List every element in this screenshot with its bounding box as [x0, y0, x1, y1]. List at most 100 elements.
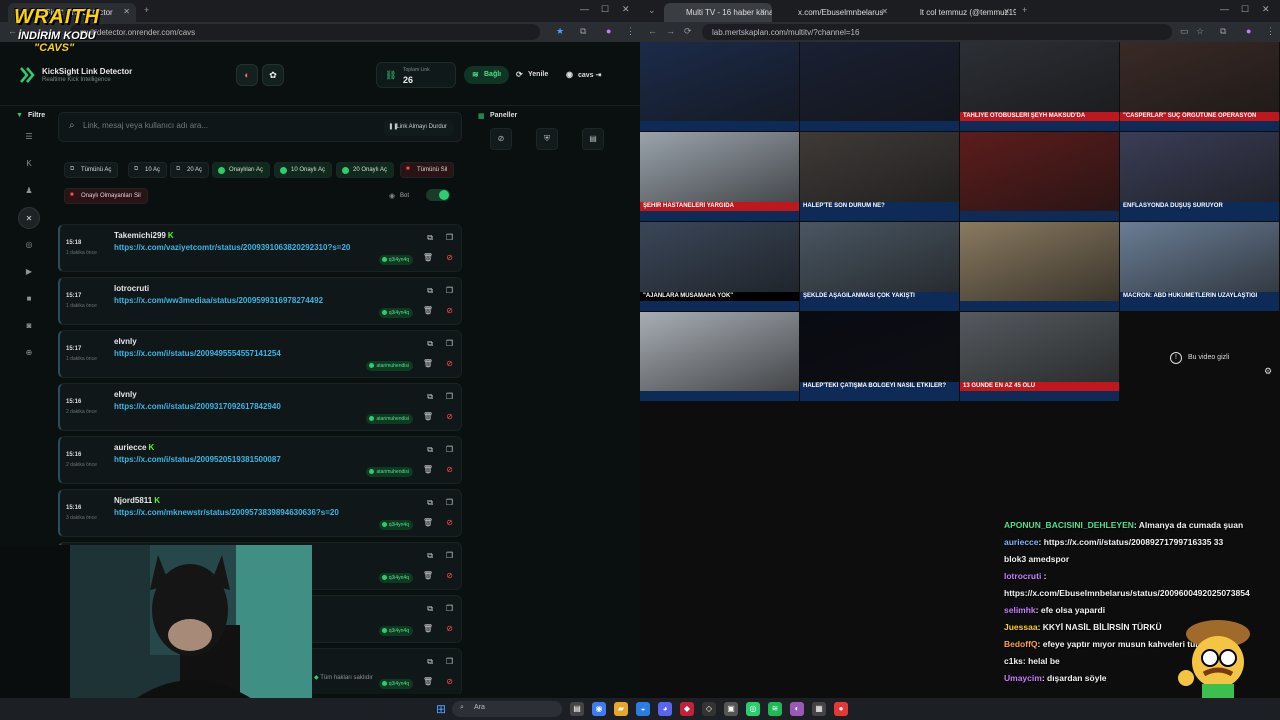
- app-icon-2[interactable]: ◆: [680, 702, 694, 716]
- block-icon[interactable]: ⊘: [446, 518, 453, 527]
- copy-icon[interactable]: ❐: [446, 233, 453, 242]
- bookmark-star-icon[interactable]: ★: [556, 26, 564, 37]
- block-icon[interactable]: ⊘: [446, 465, 453, 474]
- trash-icon[interactable]: 🗑: [423, 359, 433, 368]
- close-icon[interactable]: ✕: [881, 7, 888, 16]
- close-window-icon[interactable]: ✕: [622, 4, 630, 15]
- app-icon-6[interactable]: ◐: [790, 702, 804, 716]
- obs-icon[interactable]: ●: [834, 702, 848, 716]
- filter-delete-unverified[interactable]: ■ Onaylı Olmayanları Sil: [64, 188, 148, 204]
- filter-open-all[interactable]: ⧉ Tümünü Aç: [64, 162, 119, 178]
- settings-icon[interactable]: ✿: [262, 64, 284, 86]
- copy-icon[interactable]: ❐: [446, 551, 453, 560]
- copy-icon[interactable]: ❐: [446, 286, 453, 295]
- tab-multitv[interactable]: Multi TV - 16 haber kanalını aynı ✕: [664, 3, 772, 22]
- user-logout-button[interactable]: ◉ cavs ⇥: [558, 66, 609, 84]
- open-external-icon[interactable]: ⧉: [427, 498, 433, 508]
- chat-username[interactable]: selimhk: [1004, 605, 1036, 615]
- copy-icon[interactable]: ❐: [446, 445, 453, 454]
- filter-open-10-verified[interactable]: 10 Onaylı Aç: [274, 162, 333, 178]
- new-tab-icon[interactable]: +: [1022, 5, 1027, 15]
- open-external-icon[interactable]: ⧉: [427, 233, 433, 243]
- block-icon[interactable]: ⊘: [446, 571, 453, 580]
- maximize-icon[interactable]: ☐: [1241, 4, 1249, 15]
- tv-channel-tile[interactable]: [800, 42, 959, 131]
- extensions-icon[interactable]: ⧉: [1220, 26, 1226, 37]
- sidebar-globe-icon[interactable]: ⊕: [18, 342, 40, 364]
- tab-x-ebuselmnbelarus[interactable]: x.com/Ebuselmnbelarus ✕: [776, 3, 894, 22]
- trash-icon[interactable]: 🗑: [423, 624, 433, 633]
- filter-open-10[interactable]: ⧉ 10 Aç: [128, 162, 168, 178]
- address-input[interactable]: lab.mertskaplan.com/multitv/?channel=16: [702, 24, 1172, 40]
- menu-icon[interactable]: ⋮: [626, 26, 635, 37]
- close-icon[interactable]: ✕: [123, 7, 130, 16]
- minimize-icon[interactable]: —: [580, 4, 589, 14]
- trash-icon[interactable]: 🗑: [423, 412, 433, 421]
- app-icon-7[interactable]: ▦: [812, 702, 826, 716]
- tab-search-icon[interactable]: ⌄: [648, 5, 656, 16]
- sidebar-kick-icon[interactable]: K: [18, 153, 40, 175]
- block-icon[interactable]: ⊘: [446, 306, 453, 315]
- block-icon[interactable]: ⊘: [446, 677, 453, 686]
- sidebar-youtube-icon[interactable]: ▶: [18, 261, 40, 283]
- trash-icon[interactable]: 🗑: [423, 677, 433, 686]
- discord-icon[interactable]: ◕: [658, 702, 672, 716]
- video-settings-icon[interactable]: ⚙: [1264, 366, 1272, 377]
- trash-icon[interactable]: 🗑: [423, 465, 433, 474]
- tv-channel-tile[interactable]: [960, 132, 1119, 221]
- block-icon[interactable]: ⊘: [446, 624, 453, 633]
- search-input[interactable]: [83, 121, 373, 130]
- forward-icon[interactable]: →: [666, 26, 675, 36]
- open-external-icon[interactable]: ⧉: [427, 392, 433, 402]
- refresh-button[interactable]: ⟳ Yenile: [508, 66, 556, 84]
- feed-link[interactable]: https://x.com/mknewstr/status/2009573839…: [114, 508, 339, 517]
- new-tab-icon[interactable]: +: [144, 5, 149, 15]
- close-icon[interactable]: ✕: [1003, 7, 1010, 16]
- copy-icon[interactable]: ❐: [446, 339, 453, 348]
- address-input[interactable]: multidetector.onrender.com/cavs: [70, 24, 540, 40]
- edge-icon[interactable]: ◒: [636, 702, 650, 716]
- extensions-icon[interactable]: ⧉: [580, 26, 586, 37]
- cast-icon[interactable]: ▭: [1180, 26, 1189, 37]
- trash-icon[interactable]: 🗑: [423, 518, 433, 527]
- filter-open-verified[interactable]: Onaylıları Aç: [212, 162, 271, 178]
- stop-links-button[interactable]: ❚❚ Link Almayı Durdur: [384, 120, 453, 136]
- tv-channel-tile[interactable]: TAHLİYE OTOBÜSLERİ ŞEYH MAKSUD'DA: [960, 42, 1119, 131]
- sidebar-list-icon[interactable]: ☰: [18, 126, 40, 148]
- panel-shield-button[interactable]: ⛨: [536, 128, 558, 150]
- copy-icon[interactable]: ❐: [446, 392, 453, 401]
- profile-icon[interactable]: ●: [1246, 26, 1251, 36]
- chat-username[interactable]: Umaycim: [1004, 673, 1042, 683]
- trash-icon[interactable]: 🗑: [423, 253, 433, 262]
- app-icon-1[interactable]: ▤: [570, 702, 584, 716]
- tv-channel-tile[interactable]: MACRON: ABD HÜKÜMETLERİN UZAYLAŞTIĞI: [1120, 222, 1279, 311]
- app-icon-4[interactable]: ▣: [724, 702, 738, 716]
- tv-channel-tile[interactable]: ŞEHİR HASTANELERİ YARGIDA: [640, 132, 799, 221]
- close-window-icon[interactable]: ✕: [1262, 4, 1270, 15]
- open-external-icon[interactable]: ⧉: [427, 551, 433, 561]
- chat-username[interactable]: blok3 amedspor: [1004, 554, 1069, 564]
- taskbar-search[interactable]: ⌕ Ara: [452, 701, 562, 717]
- bookmark-star-icon[interactable]: ☆: [1196, 26, 1204, 37]
- app-icon-3[interactable]: ◇: [702, 702, 716, 716]
- open-external-icon[interactable]: ⧉: [427, 286, 433, 296]
- maximize-icon[interactable]: ☐: [601, 4, 609, 15]
- chat-username[interactable]: Juessaa: [1004, 622, 1038, 632]
- theme-toggle-button[interactable]: ◐: [236, 64, 258, 86]
- filter-open-20[interactable]: ⧉ 20 Aç: [170, 162, 210, 178]
- feed-link[interactable]: https://x.com/i/status/20093170926178429…: [114, 402, 281, 411]
- tv-channel-tile[interactable]: [640, 312, 799, 401]
- open-external-icon[interactable]: ⧉: [427, 604, 433, 614]
- feed-link[interactable]: https://x.com/ww3mediaa/status/200959931…: [114, 296, 323, 305]
- open-external-icon[interactable]: ⧉: [427, 339, 433, 349]
- tv-channel-tile[interactable]: HALEP'TEKİ ÇATIŞMA BÖLGEYİ NASIL ETKİLER…: [800, 312, 959, 401]
- chrome-icon[interactable]: ◉: [592, 702, 606, 716]
- copy-icon[interactable]: ❐: [446, 657, 453, 666]
- sidebar-users-icon[interactable]: ♟: [18, 180, 40, 202]
- sidebar-camera-icon[interactable]: ◙: [18, 315, 40, 337]
- filter-delete-all[interactable]: ■ Tümünü Sil: [400, 162, 455, 178]
- tv-channel-tile[interactable]: "CASPERLAR" SUÇ ÖRGÜTÜNE OPERASYON: [1120, 42, 1279, 131]
- block-icon[interactable]: ⊘: [446, 412, 453, 421]
- tv-channel-tile[interactable]: "AJANLARA MÜSAMAHA YOK": [640, 222, 799, 311]
- app-icon-5[interactable]: ◎: [746, 702, 760, 716]
